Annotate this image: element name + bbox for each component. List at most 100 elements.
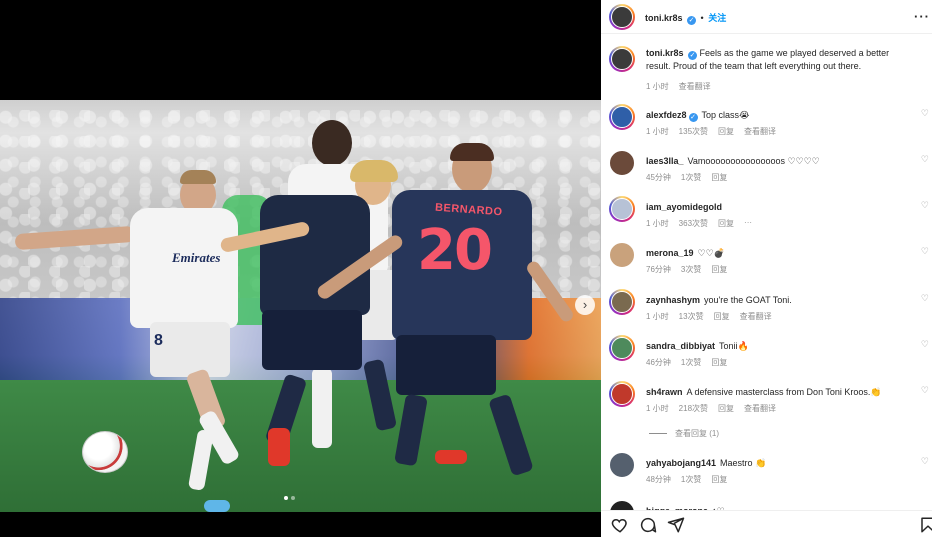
comment-meta: 46分钟 1次赞 回复 xyxy=(646,357,727,368)
post-header: toni.kr8s ✓ • 关注 ··· xyxy=(601,0,932,34)
author-username[interactable]: toni.kr8s xyxy=(645,13,683,23)
comment-body: zaynhashym you're the GOAT Toni. xyxy=(646,294,916,306)
comment-likes[interactable]: 1次赞 xyxy=(681,172,701,183)
share-icon[interactable] xyxy=(667,516,685,534)
commenter-avatar[interactable] xyxy=(609,381,635,407)
translate-link[interactable]: 查看翻译 xyxy=(740,311,772,322)
comment-likes[interactable]: 1次赞 xyxy=(681,474,701,485)
comment-like-icon[interactable]: ♡ xyxy=(921,154,929,165)
header-user-row: toni.kr8s ✓ • 关注 xyxy=(645,13,727,25)
view-replies-link[interactable]: 查看回复 (1) xyxy=(649,428,719,439)
comment-like-icon[interactable]: ♡ xyxy=(921,456,929,467)
reply-button[interactable]: 回复 xyxy=(718,218,734,229)
follow-button[interactable]: 关注 xyxy=(708,13,726,23)
comment-username[interactable]: merona_19 xyxy=(646,248,694,258)
comment-time: 1 小时 xyxy=(646,404,669,413)
comment-like-icon[interactable]: ♡ xyxy=(921,200,929,211)
heart-icon[interactable] xyxy=(611,516,629,534)
comment-like-icon[interactable]: ♡ xyxy=(921,339,929,350)
comment-text: A defensive masterclass from Don Toni Kr… xyxy=(686,387,882,397)
comment-body: iam_ayomidegold xyxy=(646,201,916,213)
reply-button[interactable]: 回复 xyxy=(711,172,727,183)
reply-button[interactable]: 回复 xyxy=(718,126,734,137)
reply-button[interactable]: 回复 xyxy=(714,311,730,322)
reply-button[interactable]: 回复 xyxy=(711,264,727,275)
reply-button[interactable]: 回复 xyxy=(718,403,734,414)
comment-username[interactable]: sh4rawn xyxy=(646,387,683,397)
bookmark-icon[interactable] xyxy=(919,516,932,534)
translate-link[interactable]: ··· xyxy=(744,218,752,229)
caption-username[interactable]: toni.kr8s xyxy=(646,48,684,58)
football xyxy=(82,431,128,473)
caption-translate-link[interactable]: 查看翻译 xyxy=(679,81,711,92)
comment-meta: 1 小时 13次赞 回复 查看翻译 xyxy=(646,311,772,322)
comment-username[interactable]: zaynhashym xyxy=(646,295,700,305)
comments-panel: toni.kr8s ✓ • 关注 ··· toni.kr8s ✓ Feels a… xyxy=(601,0,932,537)
comment-likes[interactable]: 13次赞 xyxy=(679,311,704,322)
commenter-avatar[interactable] xyxy=(609,104,635,130)
comment-time: 1 小时 xyxy=(646,127,669,136)
commenter-avatar[interactable] xyxy=(609,452,635,478)
comment-body: laes3lla_ Vamooooooooooooooos ♡♡♡♡ xyxy=(646,155,916,167)
author-avatar[interactable] xyxy=(609,4,635,30)
comment-like-icon[interactable]: ♡ xyxy=(921,385,929,396)
comment-likes[interactable]: 218次赞 xyxy=(679,403,708,414)
carousel-dot xyxy=(291,496,295,500)
view-replies-label[interactable]: 查看回复 (1) xyxy=(675,428,719,439)
comment-body: yahyabojang141 Maestro 👏 xyxy=(646,457,916,469)
comment-like-icon[interactable]: ♡ xyxy=(921,246,929,257)
comment-text: ♡♡💣 xyxy=(697,248,725,258)
translate-link[interactable]: 查看翻译 xyxy=(744,403,776,414)
caption-meta: 1 小时 查看翻译 xyxy=(646,81,711,92)
comment-meta: 1 小时 135次赞 回复 查看翻译 xyxy=(646,126,776,137)
verified-badge-icon: ✓ xyxy=(688,113,698,122)
comment-username[interactable]: sandra_dibbiyat xyxy=(646,341,715,351)
comment-time: 1 小时 xyxy=(646,312,669,321)
comment-icon[interactable] xyxy=(639,516,657,534)
comment-username[interactable]: yahyabojang141 xyxy=(646,458,716,468)
carousel-dot xyxy=(284,496,288,500)
comment-like-icon[interactable]: ♡ xyxy=(921,293,929,304)
commenter-avatar[interactable] xyxy=(609,196,635,222)
comment-time: 45分钟 xyxy=(646,173,671,182)
next-media-button[interactable]: › xyxy=(575,295,595,315)
comment-meta: 45分钟 1次赞 回复 xyxy=(646,172,727,183)
translate-link[interactable]: 查看翻译 xyxy=(744,126,776,137)
comment-username[interactable]: iam_ayomidegold xyxy=(646,202,722,212)
comment-username[interactable]: alexfdez8 xyxy=(646,110,687,120)
white-shorts-number: 8 xyxy=(154,332,163,349)
verified-badge-icon: ✓ xyxy=(688,51,698,60)
caption-avatar[interactable] xyxy=(609,46,635,72)
comment-likes[interactable]: 363次赞 xyxy=(679,218,708,229)
commenter-avatar[interactable] xyxy=(609,242,635,268)
comment-text: Tonii🔥 xyxy=(719,341,749,351)
caption-body: toni.kr8s ✓ Feels as the game we played … xyxy=(646,47,916,72)
action-bar xyxy=(601,510,932,537)
commenter-avatar[interactable] xyxy=(609,150,635,176)
comment-likes[interactable]: 1次赞 xyxy=(681,357,701,368)
comment-meta: 1 小时 218次赞 回复 查看翻译 xyxy=(646,403,776,414)
comment-time: 46分钟 xyxy=(646,358,671,367)
post-photo: Emirates 8 BERNARDO 20 xyxy=(0,100,601,512)
comment-meta: 48分钟 1次赞 回复 xyxy=(646,474,727,485)
comment-time: 76分钟 xyxy=(646,265,671,274)
commenter-avatar[interactable] xyxy=(609,289,635,315)
reply-divider xyxy=(649,433,667,434)
comment-likes[interactable]: 3次赞 xyxy=(681,264,701,275)
reply-button[interactable]: 回复 xyxy=(711,474,727,485)
more-options-icon[interactable]: ··· xyxy=(914,9,930,24)
post-media: Emirates 8 BERNARDO 20 › xyxy=(0,0,601,537)
commenter-avatar[interactable] xyxy=(609,335,635,361)
comment-time: 1 小时 xyxy=(646,219,669,228)
comment-body: sh4rawn A defensive masterclass from Don … xyxy=(646,386,916,398)
jersey-number: 20 xyxy=(417,218,493,283)
comment-text: Maestro 👏 xyxy=(720,458,767,468)
comment-username[interactable]: laes3lla_ xyxy=(646,156,684,166)
reply-button[interactable]: 回复 xyxy=(711,357,727,368)
comment-like-icon[interactable]: ♡ xyxy=(921,108,929,119)
sponsor-text: Emirates xyxy=(172,250,221,265)
comment-text: Top class😭 xyxy=(701,110,750,120)
comment-likes[interactable]: 135次赞 xyxy=(679,126,708,137)
carousel-dots xyxy=(284,496,295,500)
comment-body: merona_19 ♡♡💣 xyxy=(646,247,916,259)
